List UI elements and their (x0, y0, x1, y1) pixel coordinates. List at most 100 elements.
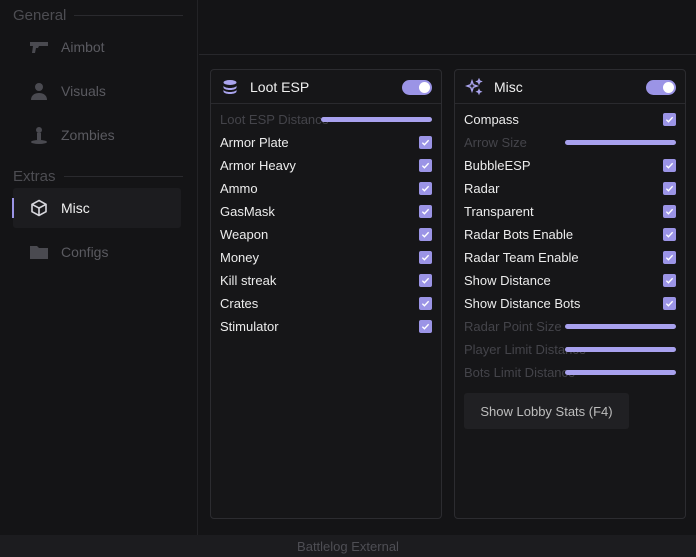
sidebar-item-label: Misc (61, 200, 90, 216)
sidebar-item-label: Visuals (61, 83, 106, 99)
option-row-armor-plate: Armor Plate (220, 131, 432, 154)
sidebar-item-misc[interactable]: Misc (12, 188, 181, 228)
option-row-money: Money (220, 246, 432, 269)
misc-panel: Misc Compass Arrow Size BubbleESP Radar Tran… (454, 69, 686, 519)
option-label: Loot ESP Distance (220, 112, 329, 127)
checkmark-icon (665, 300, 674, 307)
checkmark-icon (665, 116, 674, 123)
checkmark-icon (421, 277, 430, 284)
option-row-bubbleesp: BubbleESP (464, 154, 676, 177)
checkbox-show-distance[interactable] (663, 274, 676, 287)
zombie-icon (29, 125, 49, 145)
option-label: Radar (464, 181, 500, 196)
checkbox-crates[interactable] (419, 297, 432, 310)
checkmark-icon (421, 323, 430, 330)
checkbox-compass[interactable] (663, 113, 676, 126)
checkbox-armor-plate[interactable] (419, 136, 432, 149)
option-label: Kill streak (220, 273, 277, 288)
top-bar (199, 0, 696, 55)
option-label: Show Distance Bots (464, 296, 581, 311)
checkbox-armor-heavy[interactable] (419, 159, 432, 172)
option-label: Radar Team Enable (464, 250, 579, 265)
option-row-transparent: Transparent (464, 200, 676, 223)
option-label: GasMask (220, 204, 275, 219)
checkmark-icon (665, 231, 674, 238)
misc-toggle[interactable] (646, 80, 676, 95)
checkmark-icon (665, 208, 674, 215)
slider-player-limit-distance[interactable] (565, 347, 676, 352)
option-label: Radar Point Size (464, 319, 562, 334)
loot-esp-toggle[interactable] (402, 80, 432, 95)
checkmark-icon (665, 162, 674, 169)
checkbox-show-distance-bots[interactable] (663, 297, 676, 310)
show-lobby-stats-button[interactable]: Show Lobby Stats (F4) (464, 393, 629, 429)
slider-arrow-size[interactable] (565, 140, 676, 145)
checkmark-icon (421, 139, 430, 146)
option-row-show-distance: Show Distance (464, 269, 676, 292)
option-row-stimulator: Stimulator (220, 315, 432, 338)
sidebar-item-configs[interactable]: Configs (13, 232, 181, 272)
option-label: Ammo (220, 181, 258, 196)
option-row-player-limit-distance: Player Limit Distance (464, 338, 676, 361)
checkmark-icon (421, 185, 430, 192)
section-header-extras: Extras (13, 168, 183, 185)
option-row-ammo: Ammo (220, 177, 432, 200)
checkbox-kill-streak[interactable] (419, 274, 432, 287)
option-row-arrow-size: Arrow Size (464, 131, 676, 154)
sidebar-item-label: Zombies (61, 127, 115, 143)
panel-title: Loot ESP (250, 78, 310, 95)
slider-loot-esp-distance[interactable] (321, 117, 432, 122)
database-icon (220, 77, 240, 97)
option-label: Money (220, 250, 260, 265)
option-row-armor-heavy: Armor Heavy (220, 154, 432, 177)
gun-icon (29, 37, 49, 57)
sidebar-item-aimbot[interactable]: Aimbot (13, 27, 181, 67)
slider-bots-limit-distance[interactable] (565, 370, 676, 375)
cube-icon (29, 198, 49, 218)
option-row-radar-bots-enable: Radar Bots Enable (464, 223, 676, 246)
sidebar-item-zombies[interactable]: Zombies (13, 115, 181, 155)
checkbox-stimulator[interactable] (419, 320, 432, 333)
sidebar-item-visuals[interactable]: Visuals (13, 71, 181, 111)
section-title: General (13, 7, 67, 24)
sidebar-item-label: Aimbot (61, 39, 105, 55)
checkbox-gasmask[interactable] (419, 205, 432, 218)
checkbox-radar[interactable] (663, 182, 676, 195)
option-row-radar-team-enable: Radar Team Enable (464, 246, 676, 269)
folder-icon (29, 242, 49, 262)
option-row-compass: Compass (464, 108, 676, 131)
option-row-crates: Crates (220, 292, 432, 315)
checkmark-icon (421, 208, 430, 215)
checkbox-radar-bots-enable[interactable] (663, 228, 676, 241)
option-label: Transparent (464, 204, 534, 219)
option-row-weapon: Weapon (220, 223, 432, 246)
option-label: Show Distance (464, 273, 551, 288)
option-row-radar: Radar (464, 177, 676, 200)
panel-title: Misc (494, 78, 523, 95)
checkbox-weapon[interactable] (419, 228, 432, 241)
checkmark-icon (665, 185, 674, 192)
checkmark-icon (421, 162, 430, 169)
option-row-gasmask: GasMask (220, 200, 432, 223)
option-row-kill-streak: Kill streak (220, 269, 432, 292)
checkmark-icon (665, 254, 674, 261)
checkbox-bubbleesp[interactable] (663, 159, 676, 172)
option-row-bots-limit-distance: Bots Limit Distance (464, 361, 676, 384)
slider-radar-point-size[interactable] (565, 324, 676, 329)
option-label: Bots Limit Distance (464, 365, 576, 380)
checkbox-money[interactable] (419, 251, 432, 264)
option-label: Crates (220, 296, 259, 311)
option-label: Weapon (220, 227, 269, 242)
checkbox-radar-team-enable[interactable] (663, 251, 676, 264)
sparkles-icon (464, 77, 484, 97)
checkmark-icon (421, 231, 430, 238)
option-label: BubbleESP (464, 158, 531, 173)
option-label: Radar Bots Enable (464, 227, 574, 242)
option-label: Arrow Size (464, 135, 527, 150)
checkbox-transparent[interactable] (663, 205, 676, 218)
sidebar: General Aimbot Visuals Zombies Extras Mi… (0, 0, 198, 535)
option-label: Compass (464, 112, 519, 127)
checkbox-ammo[interactable] (419, 182, 432, 195)
section-title: Extras (13, 168, 56, 185)
option-label: Stimulator (220, 319, 279, 334)
